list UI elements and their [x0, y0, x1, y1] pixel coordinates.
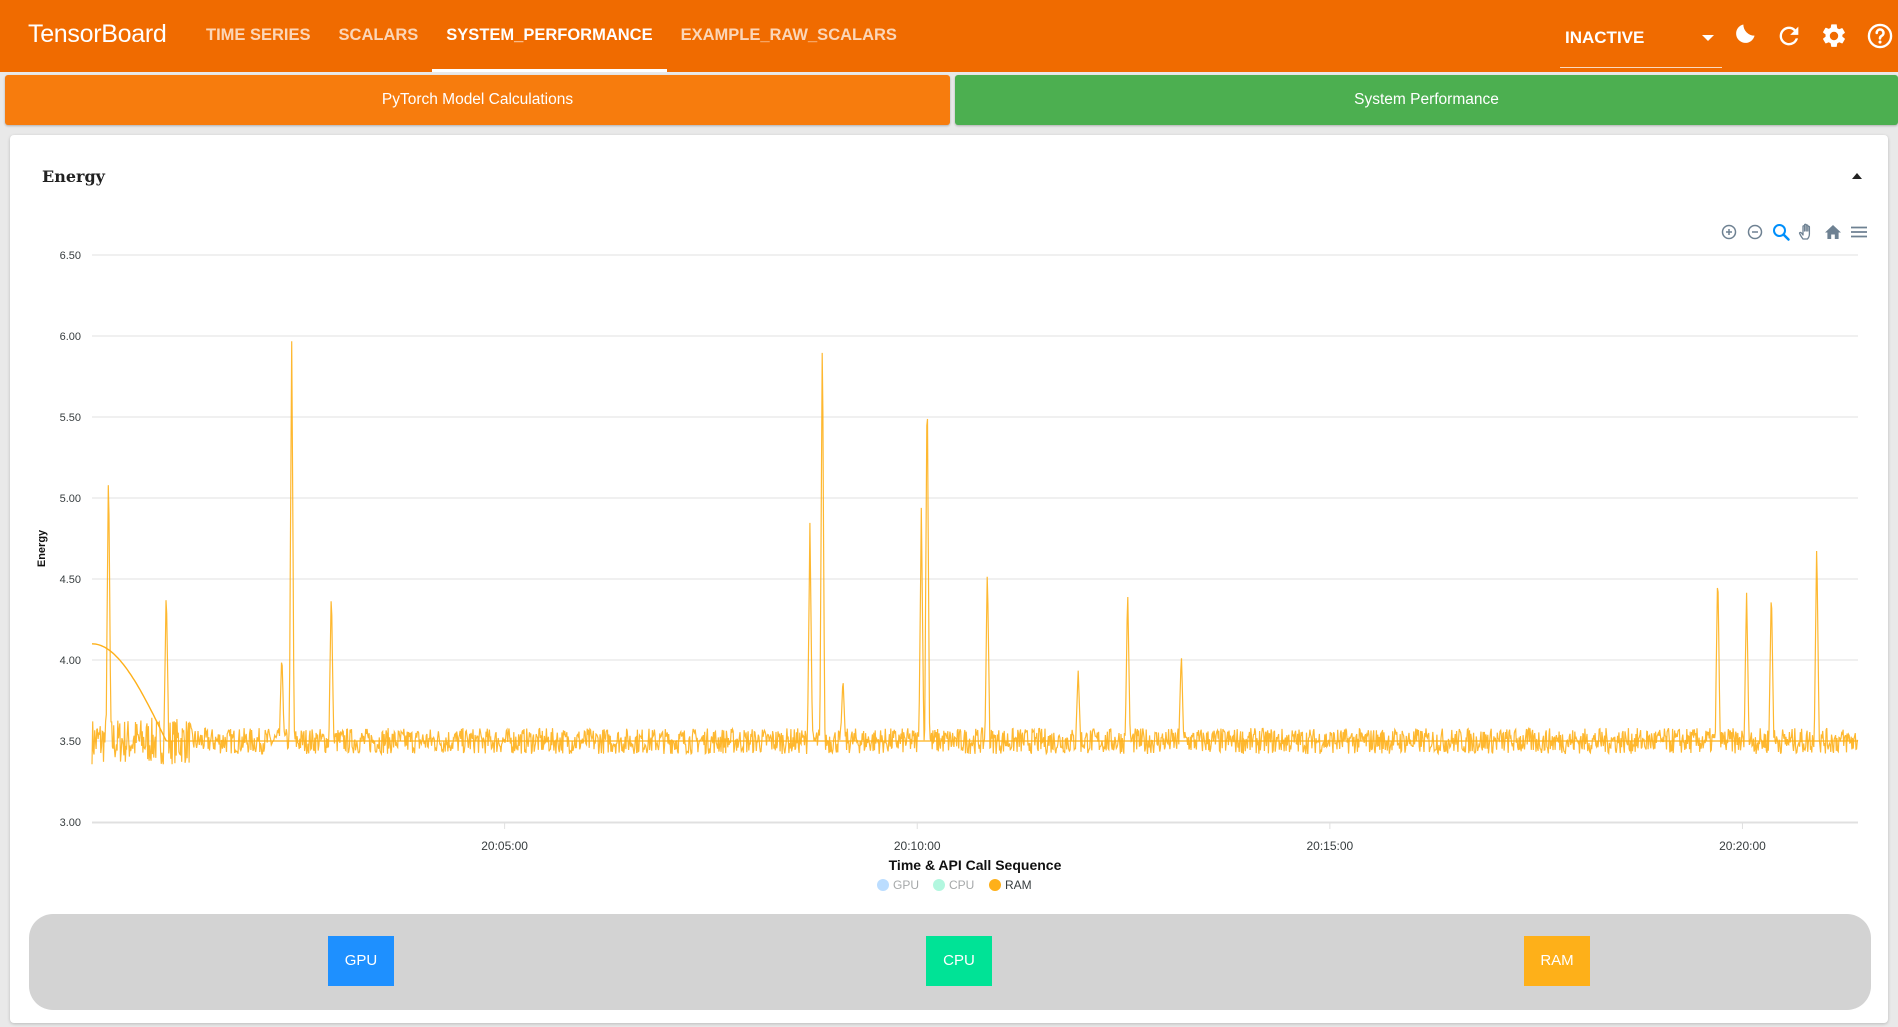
help-icon[interactable] — [1866, 22, 1894, 50]
settings-icon[interactable] — [1820, 22, 1848, 50]
zoom-out-icon[interactable] — [1744, 221, 1766, 243]
tab-time-series[interactable]: TIME SERIES — [192, 0, 325, 72]
dashboard-tabs: TIME SERIES SCALARS SYSTEM_PERFORMANCE E… — [192, 0, 911, 72]
x-tick-label: 20:20:00 — [1719, 839, 1766, 853]
x-axis-title: Time & API Call Sequence — [889, 857, 1062, 873]
y-tick-label: 4.00 — [60, 655, 81, 667]
gpu-button[interactable]: GPU — [328, 936, 394, 986]
ram-series-line — [91, 341, 1859, 765]
legend-label-gpu[interactable]: GPU — [893, 878, 919, 892]
zoom-in-icon[interactable] — [1718, 221, 1740, 243]
legend-marker-ram — [989, 879, 1001, 891]
brand-title[interactable]: TensorBoard — [28, 20, 167, 49]
chevron-down-icon — [1702, 35, 1714, 41]
tab-system-performance[interactable]: SYSTEM_PERFORMANCE — [432, 0, 667, 72]
tab-example-raw-scalars[interactable]: EXAMPLE_RAW_SCALARS — [667, 0, 911, 72]
y-tick-label: 3.50 — [60, 736, 81, 748]
ram-trend-line — [91, 643, 167, 742]
energy-chart: 6.50 6.00 5.50 5.00 4.50 4.00 3.50 3.00 20:05:00… — [10, 135, 1888, 895]
zoom-select-icon[interactable] — [1770, 221, 1792, 243]
ram-button[interactable]: RAM — [1524, 936, 1590, 986]
menu-icon[interactable] — [1848, 221, 1870, 243]
legend-marker-cpu — [933, 879, 945, 891]
tab-scalars[interactable]: SCALARS — [325, 0, 433, 72]
y-tick-label: 6.00 — [60, 331, 81, 343]
legend-label-ram[interactable]: RAM — [1005, 878, 1032, 892]
cpu-button[interactable]: CPU — [926, 936, 992, 986]
system-performance-button[interactable]: System Performance — [955, 75, 1898, 125]
pytorch-model-calculations-button[interactable]: PyTorch Model Calculations — [5, 75, 950, 125]
y-tick-label: 5.50 — [60, 412, 81, 424]
energy-card: Energy 6.50 6.00 5.50 5.00 4.50 4.00 3.50 3.00 2… — [10, 135, 1888, 1023]
dark-mode-icon[interactable] — [1729, 22, 1757, 50]
inactive-plugins-select[interactable]: INACTIVE — [1560, 18, 1722, 68]
legend-label-cpu[interactable]: CPU — [949, 878, 974, 892]
energy-chart-svg[interactable]: 6.50 6.00 5.50 5.00 4.50 4.00 3.50 3.00 20:05:00… — [10, 135, 1888, 895]
x-tick-label: 20:10:00 — [894, 839, 941, 853]
y-tick-label: 4.50 — [60, 574, 81, 586]
select-value: INACTIVE — [1565, 28, 1645, 47]
y-tick-label: 5.00 — [60, 493, 81, 505]
series-button-bar: GPU CPU RAM — [29, 914, 1871, 1010]
top-app-bar: TensorBoard TIME SERIES SCALARS SYSTEM_P… — [0, 0, 1898, 72]
x-tick-label: 20:05:00 — [481, 839, 528, 853]
reset-home-icon[interactable] — [1822, 221, 1844, 243]
chart-toolbar — [1718, 221, 1870, 243]
reload-icon[interactable] — [1775, 22, 1803, 50]
pan-icon[interactable] — [1796, 221, 1818, 243]
y-tick-label: 6.50 — [60, 250, 81, 262]
y-tick-label: 3.00 — [60, 817, 81, 829]
x-tick-label: 20:15:00 — [1306, 839, 1353, 853]
legend-marker-gpu — [877, 879, 889, 891]
y-axis-title: Energy — [36, 529, 48, 567]
